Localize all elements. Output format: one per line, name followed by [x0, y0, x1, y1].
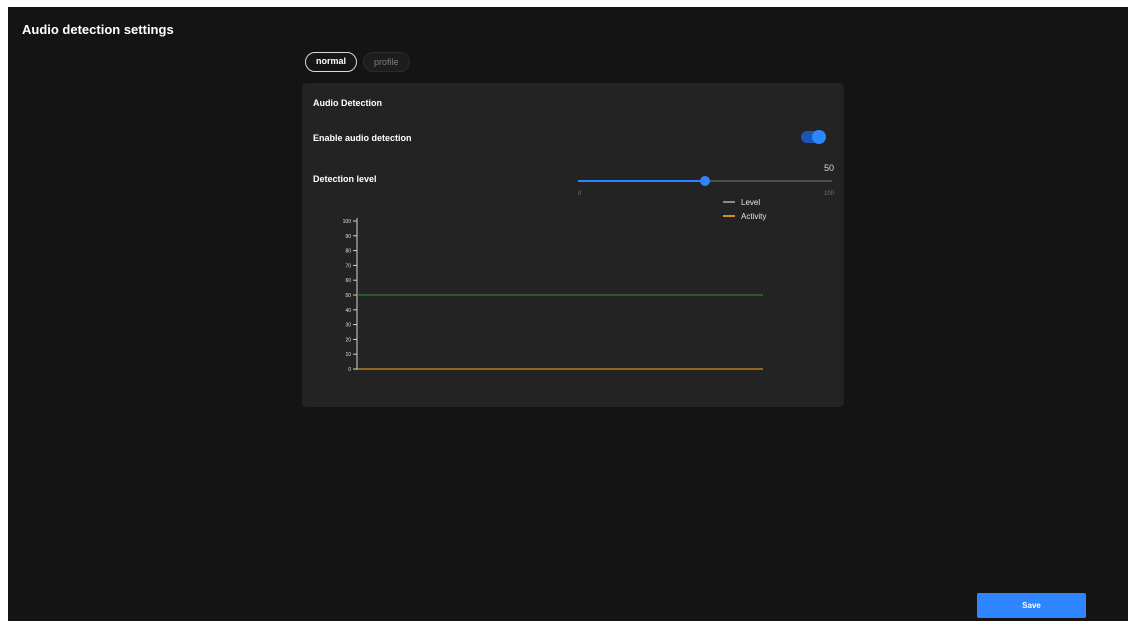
y-tick-label-60: 60: [345, 278, 351, 284]
page-title: Audio detection settings: [22, 22, 174, 37]
y-tick-label-20: 20: [345, 337, 351, 343]
tab-bar: normal profile: [305, 52, 410, 72]
y-tick-label-100: 100: [343, 219, 352, 225]
audio-detection-panel: Audio Detection Enable audio detection D…: [302, 83, 844, 407]
y-tick-label-0: 0: [348, 367, 351, 373]
app-window: Audio detection settings normal profile …: [8, 7, 1128, 621]
y-tick-label-10: 10: [345, 352, 351, 358]
y-tick-label-70: 70: [345, 263, 351, 269]
audio-level-chart: 0 10 20 30 40 50 60 70 80 90 100: [343, 218, 763, 373]
legend-swatch-activity: [723, 215, 735, 217]
legend-item-activity: Activity: [723, 210, 766, 222]
y-tick-label-50: 50: [345, 293, 351, 299]
y-tick-label-90: 90: [345, 234, 351, 240]
legend-item-level: Level: [723, 196, 766, 208]
y-tick-label-80: 80: [345, 249, 351, 255]
y-tick-label-30: 30: [345, 323, 351, 329]
save-button[interactable]: Save: [977, 593, 1086, 618]
tab-profile[interactable]: profile: [363, 52, 410, 72]
legend-label-activity: Activity: [741, 211, 767, 221]
y-tick-label-40: 40: [345, 308, 351, 314]
tab-normal[interactable]: normal: [305, 52, 358, 72]
legend-label-level: Level: [741, 197, 761, 207]
chart-legend: Level Activity: [723, 196, 766, 224]
legend-swatch-level: [723, 201, 735, 203]
